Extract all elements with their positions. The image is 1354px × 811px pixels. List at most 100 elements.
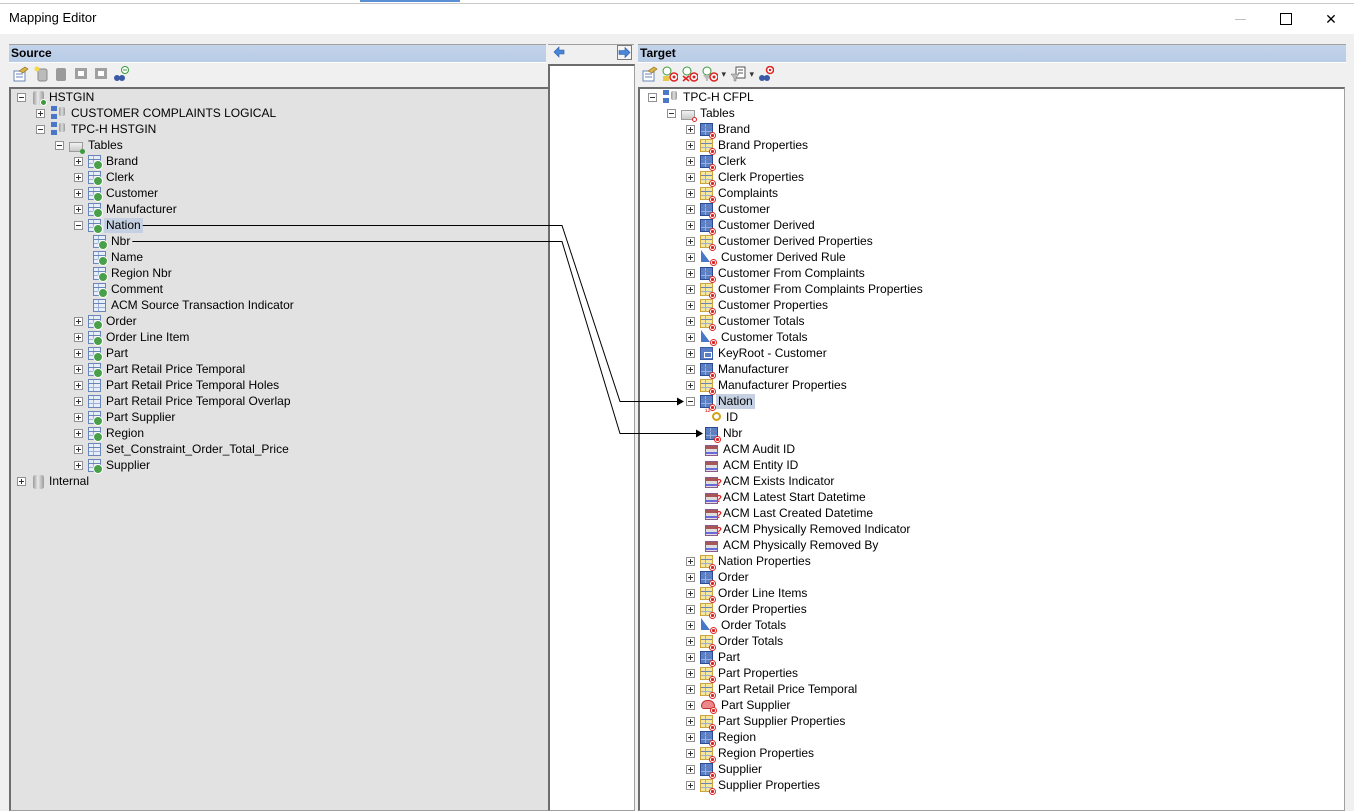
tree-node[interactable]: Part Retail Price Temporal Overlap [74,393,293,409]
expand-icon[interactable] [74,172,83,182]
tree-node[interactable]: Nbr [705,425,744,443]
tree-node[interactable]: ACM Physically Removed By [705,537,880,553]
expand-icon[interactable] [686,252,695,262]
tree-node[interactable]: Supplier [686,761,764,779]
tree-node[interactable]: Clerk Properties [686,169,806,187]
expand-icon[interactable] [74,156,83,166]
tree-node[interactable]: Clerk [74,169,136,186]
expand-icon[interactable] [686,380,695,390]
tree-node[interactable]: Customer From Complaints [686,265,867,283]
expand-icon[interactable] [36,108,45,118]
tree-node[interactable]: Order Totals [686,617,788,634]
tree-node[interactable]: Part Supplier [74,409,177,426]
source-tree[interactable]: HSTGIN CUSTOMER COMPLAINTS LOGICAL TPC-H H… [9,87,549,811]
tree-node[interactable]: Manufacturer [686,361,791,379]
tree-node[interactable]: ACM Entity ID [705,457,800,473]
tree-node[interactable]: TPC-H CFPL [648,89,756,105]
tree-node[interactable]: ACM Last Created Datetime [705,505,875,521]
tree-node[interactable]: Brand [74,153,140,170]
tree-node[interactable]: KeyRoot - Customer [686,345,829,361]
collapse-icon[interactable] [686,396,695,406]
tree-node[interactable]: Part Properties [686,665,800,683]
maximize-button[interactable] [1263,4,1309,34]
tree-node[interactable]: Part Retail Price Temporal [74,361,247,378]
expand-icon[interactable] [686,636,695,646]
expand-icon[interactable] [686,236,695,246]
tree-node[interactable]: Order [686,569,751,587]
database-disabled-button[interactable] [53,67,69,83]
expand-icon[interactable] [686,172,695,182]
expand-icon[interactable] [686,764,695,774]
tree-node[interactable]: Nation [686,393,755,411]
expand-icon[interactable] [74,188,83,198]
collapse-icon[interactable] [36,124,45,134]
tree-node[interactable]: Brand [686,121,752,139]
tree-node[interactable]: Customer Derived [686,217,817,235]
expand-icon[interactable] [686,268,695,278]
unmap-disabled-button[interactable] [93,67,109,83]
tree-node[interactable]: HSTGIN [17,89,96,106]
properties-button[interactable] [13,66,29,83]
tree-node[interactable]: ACM Source Transaction Indicator [93,297,296,313]
tree-node[interactable]: ACM Exists Indicator [705,473,836,489]
tree-node[interactable]: Region [74,425,146,442]
tree-node[interactable]: ACM Physically Removed Indicator [705,521,912,537]
tree-node[interactable]: Supplier Properties [686,777,822,795]
minimize-button[interactable] [1217,4,1263,34]
tree-node[interactable]: Part Supplier [686,697,792,714]
tree-node[interactable]: Clerk [686,153,748,171]
collapse-icon[interactable] [667,108,676,118]
tree-node[interactable]: Tables [667,105,737,122]
expand-icon[interactable] [686,220,695,230]
expand-icon[interactable] [686,588,695,598]
find-target-button[interactable] [758,65,775,83]
expand-icon[interactable] [686,572,695,582]
tree-node[interactable]: Tables [55,137,125,154]
map-disabled-button[interactable] [73,67,89,83]
tree-node[interactable]: Region [686,729,758,747]
remove-target-button[interactable] [682,66,699,83]
expand-icon[interactable] [686,284,695,294]
tree-node[interactable]: Part Retail Price Temporal [686,681,859,699]
expand-icon[interactable] [686,300,695,310]
expand-icon[interactable] [686,188,695,198]
expand-icon[interactable] [686,748,695,758]
tree-node[interactable]: Part [74,345,130,362]
expand-icon[interactable] [686,684,695,694]
filter-list-button[interactable] [730,66,754,83]
expand-icon[interactable] [74,348,83,358]
expand-icon[interactable] [686,364,695,374]
map-left-button[interactable] [553,46,565,58]
tree-node[interactable]: ID [705,407,740,425]
expand-icon[interactable] [74,460,83,470]
tree-node[interactable]: Customer [74,185,160,202]
expand-icon[interactable] [686,124,695,134]
map-right-button[interactable] [617,45,632,60]
close-button[interactable]: ✕ [1308,4,1354,34]
tree-node[interactable]: Customer Totals [686,313,806,331]
expand-icon[interactable] [686,204,695,214]
tree-node[interactable]: Part [686,649,742,667]
tree-node[interactable]: Internal [17,473,91,489]
expand-icon[interactable] [686,780,695,790]
find-button[interactable] [113,65,129,83]
tree-node[interactable]: Customer Totals [686,329,809,346]
tree-node[interactable]: Supplier [74,457,152,474]
tree-node[interactable]: Order Line Items [686,585,809,603]
tree-node[interactable]: Order Properties [686,601,809,619]
expand-icon[interactable] [74,316,83,326]
tree-node[interactable]: Customer From Complaints Properties [686,281,925,299]
tree-node[interactable]: Complaints [686,185,780,203]
expand-icon[interactable] [74,332,83,342]
tree-node[interactable]: Nation [74,217,143,234]
tree-node[interactable]: Brand Properties [686,137,810,155]
target-tree[interactable]: TPC-H CFPL Tables Brand Brand Properties Cle… [638,87,1345,811]
expand-icon[interactable] [686,332,695,342]
collapse-icon[interactable] [648,92,657,102]
expand-icon[interactable] [686,700,695,710]
expand-icon[interactable] [686,556,695,566]
tree-node[interactable]: Manufacturer [74,201,179,218]
tree-node[interactable]: Comment [93,281,165,298]
collapse-icon[interactable] [55,140,64,150]
tree-node[interactable]: Part Retail Price Temporal Holes [74,377,281,393]
